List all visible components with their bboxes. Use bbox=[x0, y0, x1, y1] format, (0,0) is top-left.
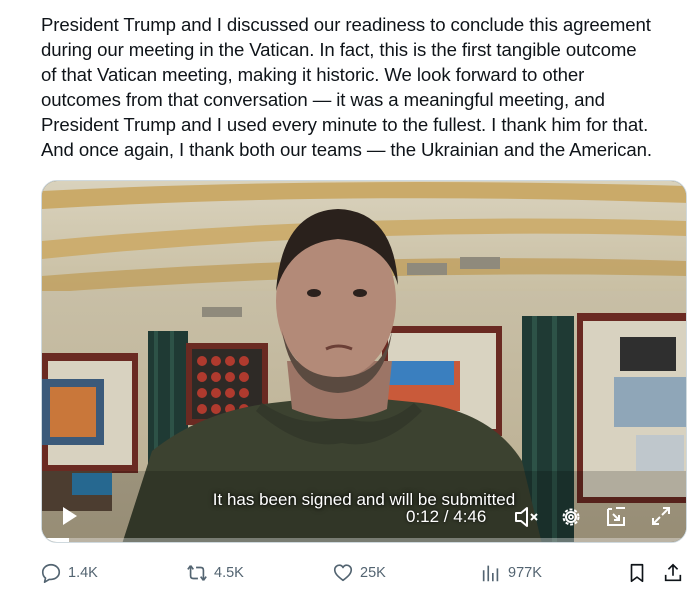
repost-button[interactable]: 4.5K bbox=[186, 560, 244, 586]
gear-icon bbox=[562, 508, 580, 526]
heart-icon bbox=[333, 564, 353, 582]
video-caption: It has been signed and will be submitted bbox=[212, 490, 516, 509]
video-frame bbox=[42, 181, 686, 542]
volume-muted-icon bbox=[515, 507, 538, 527]
share-button[interactable] bbox=[662, 560, 684, 586]
bookmark-button[interactable] bbox=[626, 560, 648, 586]
repost-icon bbox=[187, 565, 207, 581]
tweet-text-line: President Trump and I discussed our read… bbox=[41, 14, 651, 35]
fullscreen-button[interactable] bbox=[648, 503, 674, 529]
bookmark-icon bbox=[630, 563, 644, 583]
progress-fill bbox=[42, 538, 70, 542]
tweet-actions: 1.4K 4.5K 25K 977K bbox=[40, 560, 690, 586]
views-button[interactable]: 977K bbox=[480, 560, 542, 586]
fullscreen-icon bbox=[652, 507, 670, 525]
video-player[interactable]: It has been signed and will be submitted… bbox=[41, 180, 687, 543]
tweet-text-line: And once again, I thank both our teams —… bbox=[41, 139, 652, 160]
repost-count: 4.5K bbox=[214, 565, 244, 581]
tweet-text-line: President Trump and I used every minute … bbox=[41, 114, 649, 135]
tweet-text-line: during our meeting in the Vatican. In fa… bbox=[41, 39, 637, 60]
reply-button[interactable]: 1.4K bbox=[40, 560, 98, 586]
settings-button[interactable] bbox=[557, 503, 585, 531]
tweet-text-line: outcomes from that conversation — it was… bbox=[41, 89, 605, 110]
reply-icon bbox=[41, 563, 61, 583]
dock-icon bbox=[607, 507, 625, 526]
video-time: 0:12 / 4:46 bbox=[406, 507, 487, 526]
tweet-text-line: of that Vatican meeting, making it histo… bbox=[41, 64, 585, 85]
dock-button[interactable] bbox=[602, 503, 630, 531]
progress-bar[interactable] bbox=[42, 538, 686, 542]
reply-count: 1.4K bbox=[68, 565, 98, 581]
mute-button[interactable] bbox=[512, 503, 540, 531]
analytics-icon bbox=[482, 565, 499, 582]
play-button[interactable] bbox=[56, 503, 82, 529]
share-icon bbox=[664, 563, 682, 582]
tweet-text: President Trump and I discussed our read… bbox=[41, 12, 691, 162]
like-button[interactable]: 25K bbox=[332, 560, 386, 586]
like-count: 25K bbox=[360, 565, 386, 581]
play-icon bbox=[63, 507, 77, 525]
views-count: 977K bbox=[508, 565, 542, 581]
